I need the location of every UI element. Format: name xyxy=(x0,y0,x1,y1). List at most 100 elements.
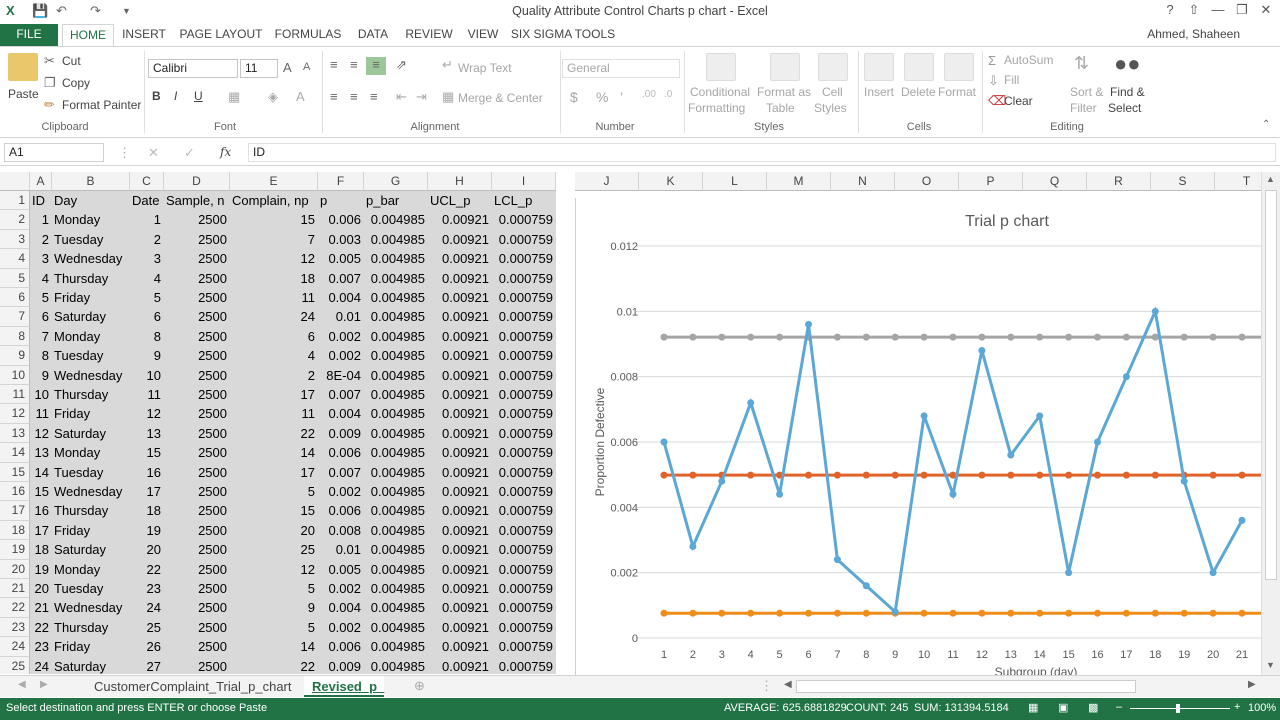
autosum-icon[interactable]: Σ xyxy=(988,53,996,68)
table-cell[interactable]: 0.00921 xyxy=(428,249,492,269)
table-cell[interactable]: 0.00921 xyxy=(428,656,492,674)
table-cell[interactable]: 11 xyxy=(30,404,52,424)
table-cell[interactable]: 0.004985 xyxy=(364,288,428,308)
row-header[interactable]: 8 xyxy=(0,326,30,347)
row-header[interactable]: 4 xyxy=(0,249,30,269)
copy-button[interactable]: Copy xyxy=(62,76,90,90)
formula-input[interactable]: ID xyxy=(248,143,1276,162)
table-cell[interactable]: 0.01 xyxy=(318,307,364,327)
data-point[interactable] xyxy=(1007,333,1015,341)
table-cell[interactable]: 6 xyxy=(30,307,52,327)
table-cell[interactable]: 2 xyxy=(230,365,318,385)
table-cell[interactable]: 20 xyxy=(130,540,164,560)
column-header[interactable]: I xyxy=(492,172,556,191)
data-point[interactable] xyxy=(660,471,668,479)
table-cell[interactable]: 12 xyxy=(230,559,318,579)
table-cell[interactable]: 0.000759 xyxy=(492,540,556,560)
scroll-left-icon[interactable]: ◀ xyxy=(784,679,792,690)
table-cell[interactable]: Thursday xyxy=(52,268,130,288)
table-cell[interactable]: Thursday xyxy=(52,385,130,405)
table-cell[interactable]: 0.004 xyxy=(318,404,364,424)
column-header[interactable]: J xyxy=(575,172,639,191)
table-cell[interactable]: 0.000759 xyxy=(492,656,556,674)
table-cell[interactable]: 0.004985 xyxy=(364,540,428,560)
table-cell[interactable]: 0.000759 xyxy=(492,288,556,308)
table-cell[interactable]: Friday xyxy=(52,404,130,424)
cell-styles-label-1[interactable]: Cell xyxy=(822,85,843,99)
table-cell[interactable]: Saturday xyxy=(52,540,130,560)
table-cell[interactable]: 2500 xyxy=(164,540,230,560)
autosum-button[interactable]: AutoSum xyxy=(1004,53,1053,67)
data-point[interactable] xyxy=(776,333,784,341)
table-cell[interactable]: 0.000759 xyxy=(492,617,556,638)
table-cell[interactable]: 13 xyxy=(30,443,52,463)
row-header[interactable]: 9 xyxy=(0,346,30,366)
table-cell[interactable]: 14 xyxy=(230,443,318,463)
data-point[interactable] xyxy=(1151,307,1159,315)
table-cell[interactable]: 22 xyxy=(230,423,318,444)
header-cell[interactable]: LCL_p xyxy=(492,191,556,211)
tab-formulas[interactable]: FORMULAS xyxy=(272,24,344,46)
table-cell[interactable]: 4 xyxy=(130,268,164,288)
table-cell[interactable]: 0.004985 xyxy=(364,579,428,599)
data-point[interactable] xyxy=(1209,569,1217,577)
font-color-icon[interactable]: A xyxy=(296,89,305,104)
table-cell[interactable]: 0.000759 xyxy=(492,326,556,347)
table-cell[interactable]: 10 xyxy=(130,365,164,385)
column-header[interactable]: G xyxy=(364,172,428,191)
table-cell[interactable]: 0.000759 xyxy=(492,482,556,502)
table-cell[interactable]: 0.004985 xyxy=(364,404,428,424)
table-cell[interactable]: Wednesday xyxy=(52,365,130,385)
table-cell[interactable]: 23 xyxy=(30,637,52,657)
table-cell[interactable]: 24 xyxy=(130,598,164,618)
tab-six-sigma-tools[interactable]: SIX SIGMA TOOLS xyxy=(510,24,616,46)
table-cell[interactable]: 17 xyxy=(230,385,318,405)
data-point[interactable] xyxy=(1094,471,1101,479)
close-icon[interactable]: ✕ xyxy=(1254,2,1278,18)
row-header[interactable]: 13 xyxy=(0,423,30,444)
table-cell[interactable]: 20 xyxy=(230,520,318,541)
table-cell[interactable]: 0.004985 xyxy=(364,385,428,405)
font-name-select[interactable]: Calibri xyxy=(148,59,238,78)
table-cell[interactable]: 0.004985 xyxy=(364,617,428,638)
table-cell[interactable]: 0.000759 xyxy=(492,365,556,385)
table-cell[interactable]: 0.004985 xyxy=(364,423,428,444)
table-cell[interactable]: 0.000759 xyxy=(492,443,556,463)
tab-page-layout[interactable]: PAGE LAYOUT xyxy=(176,24,266,46)
table-cell[interactable]: 0.00921 xyxy=(428,462,492,482)
table-cell[interactable]: 5 xyxy=(230,617,318,638)
table-cell[interactable]: 0.004985 xyxy=(364,637,428,657)
table-cell[interactable]: 0.004 xyxy=(318,598,364,618)
table-cell[interactable]: 6 xyxy=(130,307,164,327)
table-cell[interactable]: 0.000759 xyxy=(492,637,556,657)
table-cell[interactable]: 0.002 xyxy=(318,482,364,502)
table-cell[interactable]: 0.00921 xyxy=(428,501,492,521)
table-cell[interactable]: 0.006 xyxy=(318,443,364,463)
table-cell[interactable]: 2500 xyxy=(164,462,230,482)
data-point[interactable] xyxy=(1036,471,1044,479)
table-cell[interactable]: 22 xyxy=(30,617,52,638)
align-left-icon[interactable]: ≡ xyxy=(330,89,338,104)
data-point[interactable] xyxy=(1122,373,1130,381)
data-point[interactable] xyxy=(1094,609,1101,617)
table-cell[interactable]: 0.000759 xyxy=(492,268,556,288)
data-point[interactable] xyxy=(1065,609,1073,617)
column-header[interactable]: D xyxy=(164,172,230,191)
table-cell[interactable]: 0.002 xyxy=(318,617,364,638)
table-cell[interactable]: 16 xyxy=(130,462,164,482)
sort-filter-label-2[interactable]: Filter xyxy=(1070,101,1097,115)
table-cell[interactable]: 9 xyxy=(130,346,164,366)
table-cell[interactable]: 2500 xyxy=(164,346,230,366)
data-point[interactable] xyxy=(1209,609,1217,617)
row-header[interactable]: 11 xyxy=(0,385,30,405)
tab-file[interactable]: FILE xyxy=(0,24,58,46)
table-cell[interactable]: 0.005 xyxy=(318,559,364,579)
column-header[interactable]: C xyxy=(130,172,164,191)
data-point[interactable] xyxy=(776,609,784,617)
table-cell[interactable]: 0.004985 xyxy=(364,559,428,579)
format-painter-icon[interactable]: ✏ xyxy=(44,97,55,113)
table-cell[interactable]: 2500 xyxy=(164,559,230,579)
table-cell[interactable]: 0.00921 xyxy=(428,307,492,327)
table-cell[interactable]: 18 xyxy=(130,501,164,521)
table-cell[interactable]: Saturday xyxy=(52,423,130,444)
